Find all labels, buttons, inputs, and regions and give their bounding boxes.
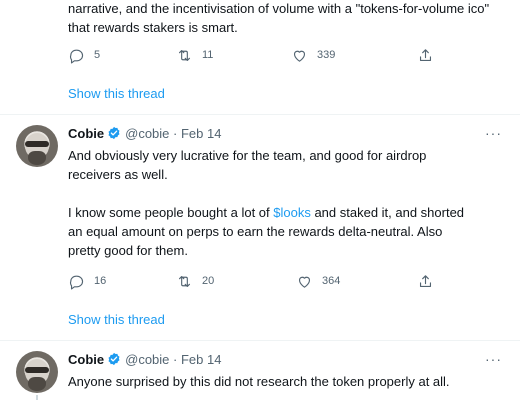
verified-badge-icon [108,126,120,140]
author-name[interactable]: Cobie [68,126,104,141]
more-options-icon[interactable]: ··· [485,125,502,141]
reply-count: 16 [94,275,107,287]
like-button[interactable]: 364 [296,271,340,291]
author-handle-date[interactable]: @cobie · Feb 14 [125,352,221,367]
tweet-2-text-after-link: and staked it, and shorted [310,205,465,220]
reply-button[interactable]: 5 [68,45,100,65]
divider [0,114,520,115]
retweet-button[interactable]: 11 [176,45,213,65]
share-icon [419,274,432,287]
author-handle-date[interactable]: @cobie · Feb 14 [125,126,221,141]
share-button[interactable] [417,271,434,291]
retweet-count: 11 [202,49,214,61]
like-count: 364 [322,275,341,287]
tweet-2-text-line-5: pretty good for them. [68,243,188,258]
avatar[interactable] [16,125,58,167]
retweet-count: 20 [202,275,215,287]
more-options-icon[interactable]: ··· [485,351,502,367]
tweet-2-header: Cobie @cobie · Feb 14 [68,124,221,142]
tweet-1-actions: 5 11 339 [68,45,468,65]
verified-badge-icon [108,352,120,366]
share-icon [419,48,432,61]
tweet-2-text-line-1: And obviously very lucrative for the tea… [68,148,427,163]
tweet-1-text-line-1: narrative, and the incentivisation of vo… [68,1,490,16]
tweet-2-text-before-link: I know some people bought a lot of [68,205,274,220]
retweet-button[interactable]: 20 [176,271,214,291]
reply-icon [70,49,84,64]
heart-icon [298,276,311,288]
retweet-icon [178,49,191,61]
reply-count: 5 [94,49,101,61]
reply-button[interactable]: 16 [68,271,106,291]
tweet-3-header: Cobie @cobie · Feb 14 [68,350,221,368]
reply-icon [70,275,84,290]
author-name[interactable]: Cobie [68,352,104,367]
tweet-3-text: Anyone surprised by this did not researc… [68,374,450,389]
tweet-2-text-line-2: receivers as well. [68,167,168,182]
like-button[interactable]: 339 [291,45,335,65]
tweet-2-actions: 16 20 364 [68,271,468,291]
tweet-1-text-line-2: that rewards stakers is smart. [68,20,238,35]
thread-connector-line [36,395,38,400]
like-count: 339 [317,49,336,61]
retweet-icon [178,275,191,287]
tweet-2-text-line-4: an equal amount on perps to earn the rew… [68,224,443,239]
tweet-2-text-line-3: I know some people bought a lot of $look… [68,203,464,222]
show-thread-link[interactable]: Show this thread [68,86,165,101]
cashtag-link[interactable]: $looks [273,205,311,220]
heart-icon [293,50,306,62]
divider [0,340,520,341]
show-thread-link[interactable]: Show this thread [68,312,165,327]
avatar[interactable] [16,351,58,393]
share-button[interactable] [417,45,434,65]
